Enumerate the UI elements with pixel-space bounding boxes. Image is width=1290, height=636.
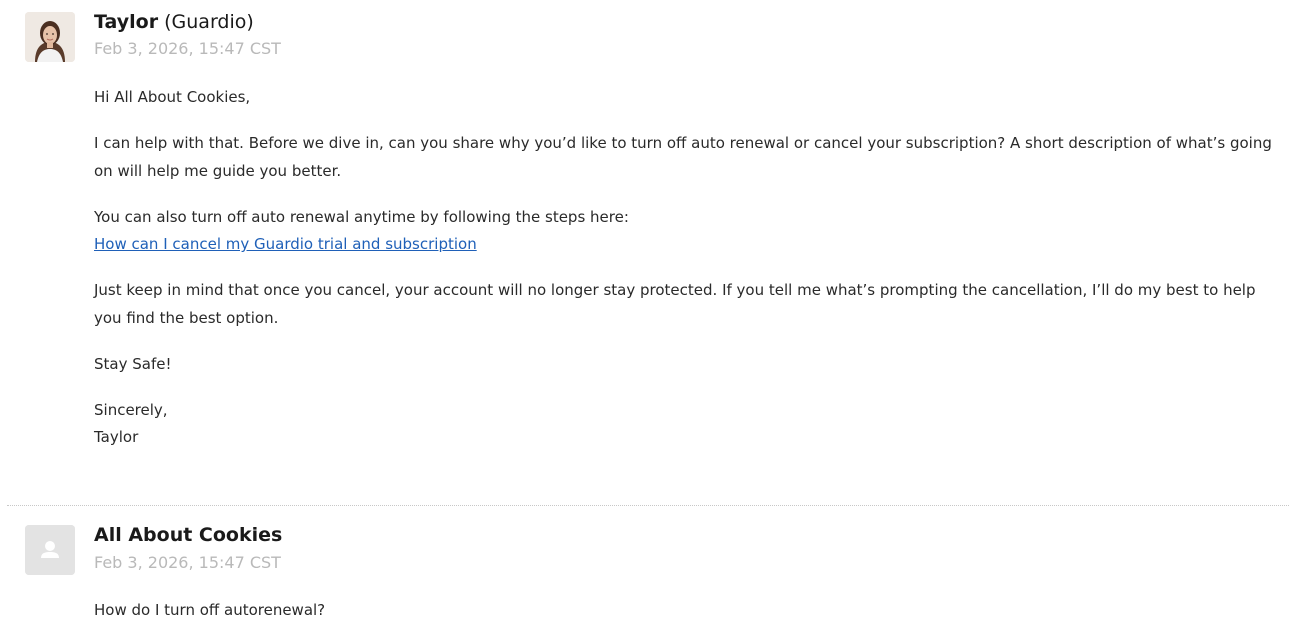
author-name[interactable]: Taylor — [94, 11, 158, 33]
default-user-icon — [25, 525, 75, 575]
message-paragraph: You can also turn off auto renewal anyti… — [94, 204, 1286, 259]
help-article-link[interactable]: How can I cancel my Guardio trial and su… — [94, 235, 477, 253]
comment-thread: Taylor (Guardio) Feb 3, 2026, 15:47 CST … — [0, 0, 1290, 636]
author-name[interactable]: All About Cookies — [94, 524, 282, 546]
author-line: Taylor (Guardio) — [94, 10, 254, 34]
comment-timestamp: Feb 3, 2026, 15:47 CST — [94, 39, 281, 58]
signature-name: Taylor — [94, 428, 139, 446]
comment-divider — [7, 505, 1289, 506]
sign-off: Stay Safe! — [94, 354, 172, 373]
message-paragraph: I can help with that. Before we dive in,… — [94, 134, 1272, 180]
closing: Sincerely, — [94, 400, 168, 419]
link-intro: You can also turn off auto renewal anyti… — [94, 207, 629, 226]
author-line: All About Cookies — [94, 523, 282, 547]
comment-body: Hi All About Cookies, I can help with th… — [94, 84, 1286, 470]
message-paragraph: Just keep in mind that once you cancel, … — [94, 281, 1256, 327]
comment-timestamp: Feb 3, 2026, 15:47 CST — [94, 553, 281, 572]
author-organization: (Guardio) — [164, 11, 254, 33]
customer-avatar — [25, 525, 75, 575]
agent-photo-icon — [25, 12, 75, 62]
greeting: Hi All About Cookies, — [94, 88, 251, 106]
agent-avatar — [25, 12, 75, 62]
signature-block: Sincerely, Taylor — [94, 397, 1286, 452]
message-paragraph: How do I turn off autorenewal? — [94, 601, 326, 619]
comment-body: How do I turn off autorenewal? — [94, 597, 1286, 636]
